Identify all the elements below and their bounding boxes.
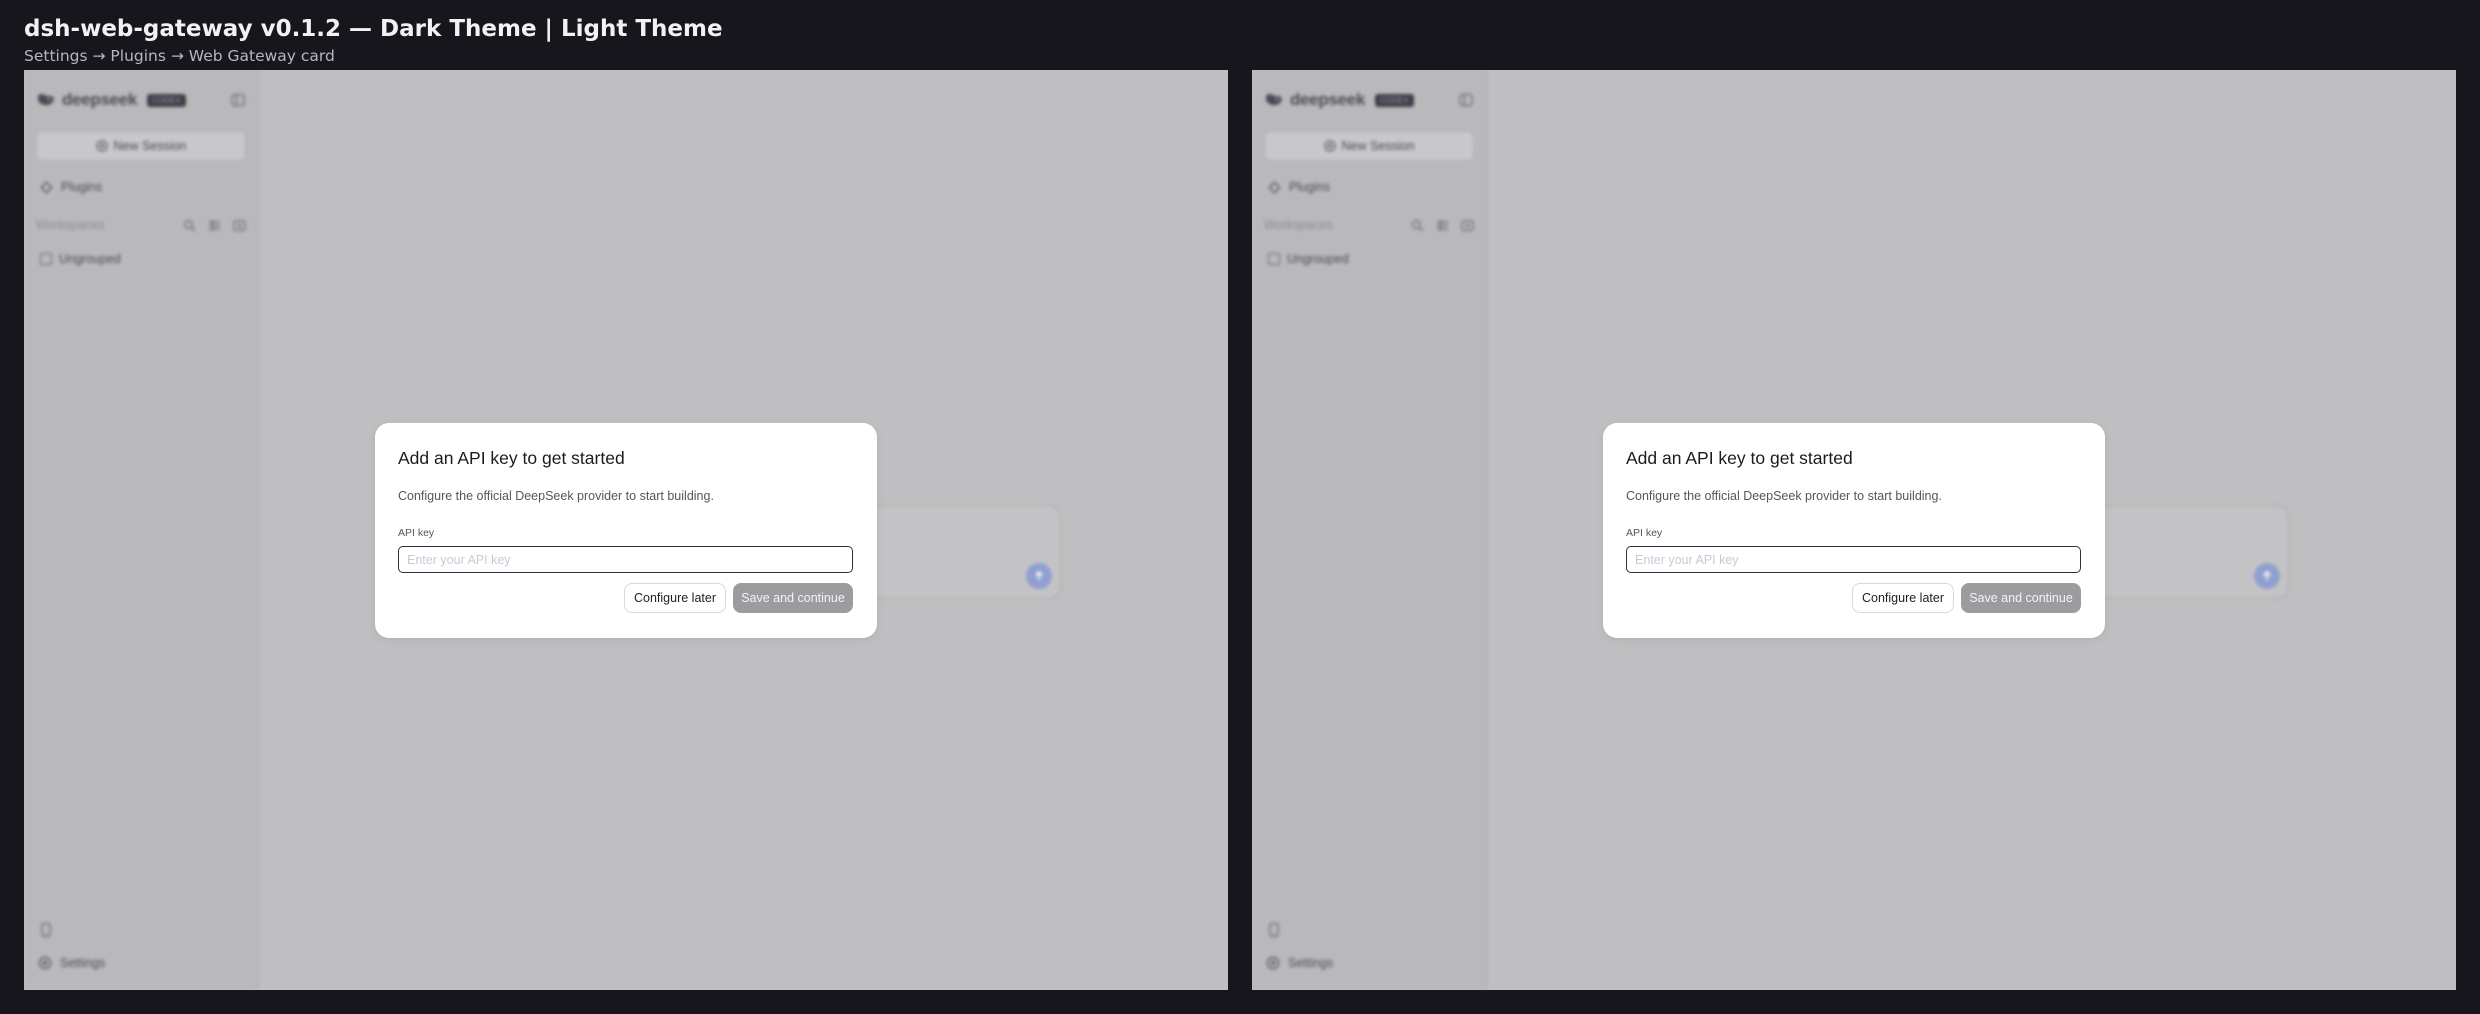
brand-badge: CODEX	[147, 93, 186, 107]
plugin-icon	[1268, 181, 1281, 193]
arrow-up-icon	[1034, 570, 1044, 580]
breadcrumb: Settings → Plugins → Web Gateway card	[24, 47, 335, 65]
sidebar-collapse-icon[interactable]	[230, 92, 246, 108]
phone-icon[interactable]	[38, 922, 54, 938]
ungrouped-label: Ungrouped	[59, 252, 121, 266]
workspaces-label: Workspaces	[36, 218, 105, 232]
plugin-icon	[40, 181, 53, 193]
workspace-group-ungrouped[interactable]: Ungrouped	[40, 252, 121, 266]
page-title: dsh-web-gateway v0.1.2 — Dark Theme | Li…	[24, 16, 723, 42]
brand: deepseek CODEX	[1264, 90, 1414, 110]
workspaces-header: Workspaces	[1264, 218, 1474, 232]
sidebar-item-plugins[interactable]: Plugins	[1268, 180, 1330, 194]
configure-later-button[interactable]: Configure later	[624, 583, 726, 613]
api-key-label: API key	[1626, 527, 1663, 539]
api-key-input[interactable]	[1626, 546, 2081, 573]
configure-later-button[interactable]: Configure later	[1852, 583, 1954, 613]
arrow-up-icon	[2262, 570, 2272, 580]
whale-logo-icon	[1266, 93, 1282, 106]
brand-badge: CODEX	[1375, 93, 1414, 107]
search-icon[interactable]	[183, 219, 196, 232]
api-key-modal: Add an API key to get started Configure …	[375, 423, 877, 638]
settings-label: Settings	[60, 956, 106, 970]
new-session-label: New Session	[1341, 139, 1415, 153]
send-button[interactable]	[2254, 563, 2280, 589]
brand-name: deepseek	[62, 90, 138, 109]
sidebar-item-settings[interactable]: Settings	[38, 956, 105, 970]
settings-label: Settings	[1288, 956, 1334, 970]
ungrouped-label: Ungrouped	[1287, 252, 1349, 266]
plus-circle-icon	[95, 140, 108, 152]
plus-circle-icon	[1323, 140, 1336, 152]
new-session-button[interactable]: New Session	[1264, 131, 1474, 161]
api-key-label: API key	[398, 527, 435, 539]
sidebar-item-settings[interactable]: Settings	[1266, 956, 1333, 970]
new-session-label: New Session	[113, 139, 187, 153]
folder-icon	[1268, 253, 1280, 265]
brand-name: deepseek	[1290, 90, 1366, 109]
save-and-continue-button[interactable]: Save and continue	[733, 583, 853, 613]
save-and-continue-button[interactable]: Save and continue	[1961, 583, 2081, 613]
light-theme-panel: deepseek CODEX New Session Plugins Works…	[1252, 70, 2456, 990]
sidebar: deepseek CODEX New Session Plugins Works…	[24, 70, 259, 990]
api-key-input[interactable]	[398, 546, 853, 573]
modal-title: Add an API key to get started	[398, 448, 625, 468]
sidebar-item-label: Plugins	[61, 180, 102, 194]
new-folder-icon[interactable]	[233, 219, 246, 232]
sidebar-collapse-icon[interactable]	[1458, 92, 1474, 108]
gear-icon	[1266, 956, 1280, 970]
phone-icon[interactable]	[1266, 922, 1282, 938]
new-folder-icon[interactable]	[1461, 219, 1474, 232]
send-button[interactable]	[1026, 563, 1052, 589]
page-header: dsh-web-gateway v0.1.2 — Dark Theme | Li…	[24, 14, 723, 67]
whale-logo-icon	[38, 93, 54, 106]
workspaces-label: Workspaces	[1264, 218, 1333, 232]
modal-description: Configure the official DeepSeek provider…	[1626, 489, 1942, 503]
new-session-button[interactable]: New Session	[36, 131, 246, 161]
dark-theme-panel: deepseek CODEX New Session Plugins Works…	[24, 70, 1228, 990]
gear-icon	[38, 956, 52, 970]
workspaces-header: Workspaces	[36, 218, 246, 232]
modal-title: Add an API key to get started	[1626, 448, 1853, 468]
sidebar: deepseek CODEX New Session Plugins Works…	[1252, 70, 1487, 990]
sidebar-item-label: Plugins	[1289, 180, 1330, 194]
sidebar-item-plugins[interactable]: Plugins	[40, 180, 102, 194]
brand: deepseek CODEX	[36, 90, 186, 110]
search-icon[interactable]	[1411, 219, 1424, 232]
folder-icon	[40, 253, 52, 265]
grid-icon[interactable]	[208, 219, 221, 232]
workspace-group-ungrouped[interactable]: Ungrouped	[1268, 252, 1349, 266]
modal-description: Configure the official DeepSeek provider…	[398, 489, 714, 503]
grid-icon[interactable]	[1436, 219, 1449, 232]
api-key-modal: Add an API key to get started Configure …	[1603, 423, 2105, 638]
